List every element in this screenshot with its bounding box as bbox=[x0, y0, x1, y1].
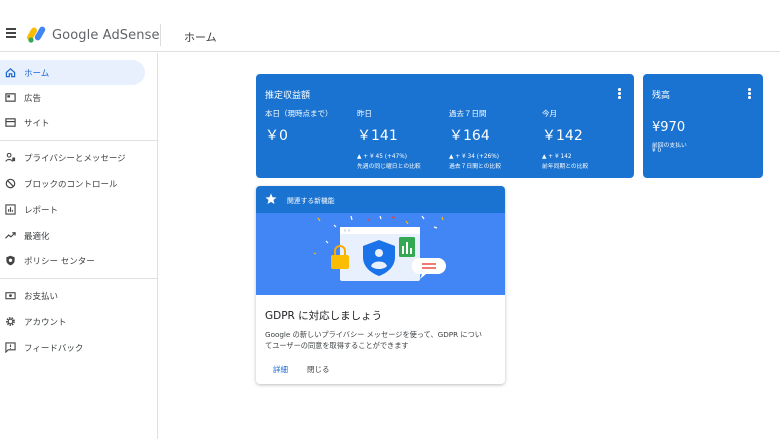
sidebar-item-feedback[interactable]: フィードバック bbox=[0, 335, 145, 360]
reports-icon bbox=[4, 204, 16, 216]
privacy-icon bbox=[4, 152, 16, 164]
feedback-icon bbox=[4, 342, 16, 354]
feature-header-label: 関連する新機能 bbox=[287, 197, 335, 205]
sidebar-divider bbox=[0, 140, 158, 141]
estimated-earnings-card: 推定収益額 本日（現時点まで） ￥0 昨日 ￥141 ▲ + ¥ 45 (+47… bbox=[256, 74, 634, 178]
sidebar-item-account[interactable]: アカウント bbox=[0, 309, 145, 334]
star-icon bbox=[265, 193, 277, 204]
metric-this-month: 今月 ￥142 ▲ + ¥ 142 前年同期との比較 bbox=[542, 108, 588, 170]
sidebar-item-label: 広告 bbox=[24, 93, 42, 104]
metric-last-7-days: 過去７日間 ￥164 ▲ + ¥ 34 (+26%) 過去７日間との比較 bbox=[449, 108, 501, 170]
feature-description-line: Google の新しいプライバシー メッセージを使って、GDPR につい bbox=[265, 330, 482, 339]
sidebar-item-ads[interactable]: 広告 bbox=[0, 85, 145, 110]
adsense-logo-icon bbox=[27, 26, 46, 43]
sidebar-item-optimization[interactable]: 最適化 bbox=[0, 223, 145, 248]
sidebar-item-payments[interactable]: お支払い bbox=[0, 283, 145, 308]
policy-icon bbox=[4, 255, 16, 267]
metric-label: 今月 bbox=[542, 109, 557, 118]
gear-icon bbox=[4, 316, 16, 328]
sidebar-item-blocking-controls[interactable]: ブロックのコントロール bbox=[0, 171, 145, 196]
sidebar-divider bbox=[0, 278, 158, 279]
block-icon bbox=[4, 178, 16, 190]
brand-name: Google AdSense bbox=[52, 28, 160, 43]
ads-icon bbox=[4, 92, 16, 104]
sidebar-item-privacy[interactable]: プライバシーとメッセージ bbox=[0, 145, 145, 170]
feature-header: 関連する新機能 bbox=[256, 186, 505, 213]
metric-label: 昨日 bbox=[357, 109, 372, 118]
feature-description: Google の新しいプライバシー メッセージを使って、GDPR につい てユー… bbox=[265, 329, 499, 351]
sidebar-item-sites[interactable]: サイト bbox=[0, 110, 145, 135]
feature-heading: GDPR に対応しましょう bbox=[265, 310, 383, 322]
home-icon bbox=[4, 67, 16, 79]
balance-card: 残高 ¥970 前回の支払い ¥ 0 bbox=[643, 74, 763, 178]
card-title: 推定収益額 bbox=[265, 91, 311, 101]
more-vert-icon[interactable] bbox=[747, 88, 751, 100]
sidebar-item-label: ポリシー センター bbox=[24, 256, 95, 267]
sidebar: ホーム 広告 サイト プライバシーとメッセージ ブロックのコントロール レポート bbox=[0, 53, 158, 439]
more-vert-icon[interactable] bbox=[617, 88, 621, 100]
sites-icon bbox=[4, 117, 16, 129]
top-bar: Google AdSense ホーム bbox=[0, 0, 780, 52]
sidebar-item-label: サイト bbox=[24, 118, 50, 129]
divider bbox=[160, 24, 161, 46]
card-title: 残高 bbox=[652, 91, 671, 101]
sidebar-item-reports[interactable]: レポート bbox=[0, 197, 145, 222]
menu-icon[interactable] bbox=[6, 28, 18, 38]
metric-compare: 前年同期との比較 bbox=[542, 164, 589, 170]
metric-delta: ▲ + ¥ 34 (+26%) bbox=[449, 154, 500, 160]
sidebar-item-label: レポート bbox=[24, 205, 59, 216]
sidebar-item-label: プライバシーとメッセージ bbox=[24, 153, 126, 164]
last-payment-value: ¥ 0 bbox=[652, 148, 662, 154]
metric-yesterday: 昨日 ￥141 ▲ + ¥ 45 (+47%) 先週の同じ曜日との比較 bbox=[357, 108, 421, 170]
metric-delta: ▲ + ¥ 45 (+47%) bbox=[357, 154, 408, 160]
sidebar-item-home[interactable]: ホーム bbox=[0, 60, 145, 85]
dismiss-button[interactable]: 閉じる bbox=[307, 364, 330, 375]
sidebar-item-label: お支払い bbox=[24, 291, 59, 302]
metric-label: 本日（現時点まで） bbox=[265, 109, 333, 118]
sidebar-item-label: アカウント bbox=[24, 317, 67, 328]
balance-value: ¥970 bbox=[652, 120, 686, 135]
metric-compare: 先週の同じ曜日との比較 bbox=[357, 164, 421, 170]
details-button[interactable]: 詳細 bbox=[273, 364, 288, 375]
optimization-icon bbox=[4, 230, 16, 242]
metric-today: 本日（現時点まで） ￥0 bbox=[265, 108, 333, 145]
metric-label: 過去７日間 bbox=[449, 109, 487, 118]
metric-compare: 過去７日間との比較 bbox=[449, 164, 502, 170]
sidebar-item-policy-center[interactable]: ポリシー センター bbox=[0, 248, 145, 273]
payments-icon bbox=[4, 290, 16, 302]
page-title: ホーム bbox=[184, 31, 217, 44]
sidebar-item-label: ブロックのコントロール bbox=[24, 179, 118, 190]
feature-description-line: てユーザーの同意を取得することができます bbox=[265, 341, 409, 350]
metric-value: ￥164 bbox=[449, 128, 490, 144]
new-feature-card: 関連する新機能 GDPR に対応しましょう Google の新しいプライバシー … bbox=[256, 186, 505, 384]
sidebar-item-label: 最適化 bbox=[24, 231, 50, 242]
metric-value: ￥142 bbox=[542, 128, 583, 144]
metric-value: ￥0 bbox=[265, 128, 288, 144]
gdpr-illustration bbox=[256, 213, 505, 295]
metric-delta: ▲ + ¥ 142 bbox=[542, 154, 572, 160]
metric-value: ￥141 bbox=[357, 128, 398, 144]
sidebar-item-label: ホーム bbox=[24, 68, 50, 79]
sidebar-item-label: フィードバック bbox=[24, 343, 84, 354]
